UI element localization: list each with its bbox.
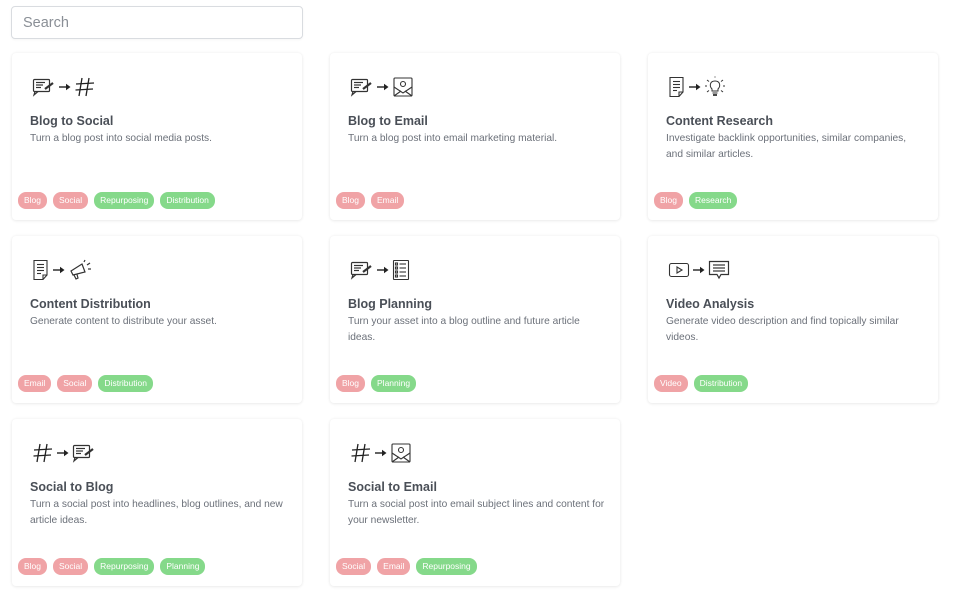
card-title: Content Research — [666, 114, 773, 128]
card-title: Social to Blog — [30, 480, 114, 494]
template-card[interactable]: Blog to Email Turn a blog post into email… — [330, 53, 620, 220]
template-card[interactable]: Content Distribution Generate content to … — [12, 236, 302, 403]
card-title: Blog to Email — [348, 114, 428, 128]
blog-post-icon — [350, 77, 374, 97]
tag-list: Blog Planning — [336, 375, 417, 392]
search-input[interactable] — [12, 7, 302, 38]
tag-list: Blog Email — [336, 192, 405, 209]
arrow-right-icon — [377, 266, 389, 274]
hashtag-icon — [32, 442, 54, 464]
tag-badge: Repurposing — [94, 192, 155, 209]
conversion-icons — [32, 258, 92, 282]
card-description: Turn a blog post into social media posts… — [30, 133, 212, 144]
blog-post-icon — [350, 260, 374, 280]
card-title: Blog Planning — [348, 297, 433, 311]
conversion-icons — [32, 441, 96, 465]
tag-badge: Email — [377, 558, 411, 575]
card-description: Generate video description and find topi… — [666, 316, 899, 343]
tag-badge: Blog — [336, 375, 366, 392]
template-card[interactable]: Video Analysis Generate video description… — [648, 236, 938, 403]
tag-badge: Social — [336, 558, 372, 575]
card-title: Social to Email — [348, 480, 437, 494]
template-grid: Blog to Social Turn a blog post into soci… — [12, 53, 938, 586]
tag-badge: Repurposing — [416, 558, 477, 575]
search-box[interactable] — [11, 6, 303, 39]
tag-badge: Distribution — [98, 375, 153, 392]
tag-badge: Social — [57, 375, 93, 392]
template-card[interactable]: Blog Planning Turn your asset into a blog… — [330, 236, 620, 403]
tag-badge: Blog — [654, 192, 684, 209]
conversion-icons — [350, 441, 412, 465]
tag-badge: Blog — [18, 558, 48, 575]
arrow-right-icon — [693, 266, 705, 274]
arrow-right-icon — [375, 449, 387, 457]
tag-list: Email Social Distribution — [18, 375, 153, 392]
document-icon — [32, 259, 50, 281]
blog-post-icon — [72, 443, 96, 463]
lightbulb-icon — [704, 76, 726, 98]
video-icon — [668, 261, 690, 279]
arrow-right-icon — [59, 83, 71, 91]
email-icon — [392, 76, 414, 98]
tag-badge: Distribution — [693, 375, 749, 392]
tag-badge: Email — [18, 375, 52, 392]
card-description: Investigate backlink opportunities, simi… — [666, 133, 907, 160]
card-description: Turn a blog post into email marketing ma… — [348, 133, 558, 144]
arrow-right-icon — [377, 83, 389, 91]
tag-badge: Social — [53, 558, 89, 575]
template-card[interactable]: Blog to Social Turn a blog post into soci… — [12, 53, 302, 220]
arrow-right-icon — [689, 83, 701, 91]
card-title: Video Analysis — [666, 297, 755, 311]
conversion-icons — [32, 75, 96, 99]
card-description: Generate content to distribute your asse… — [30, 316, 217, 327]
tag-badge: Repurposing — [94, 558, 155, 575]
template-card[interactable]: Social to Email Turn a social post into e… — [330, 419, 620, 586]
template-card[interactable]: Content Research Investigate backlink opp… — [648, 53, 938, 220]
checklist-icon — [392, 259, 410, 281]
card-description: Turn a social post into headlines, blog … — [30, 499, 283, 526]
hashtag-icon — [74, 76, 96, 98]
conversion-icons — [668, 258, 730, 282]
tag-badge: Blog — [336, 192, 366, 209]
tag-badge: Email — [371, 192, 405, 209]
hashtag-icon — [350, 442, 372, 464]
arrow-right-icon — [57, 449, 69, 457]
tag-badge: Social — [53, 192, 89, 209]
tag-badge: Distribution — [160, 192, 215, 209]
tag-badge: Planning — [160, 558, 206, 575]
tag-badge: Planning — [371, 375, 417, 392]
tag-list: Blog Social Repurposing Planning — [18, 558, 206, 575]
card-description: Turn a social post into email subject li… — [348, 499, 605, 526]
megaphone-icon — [68, 259, 92, 281]
conversion-icons — [350, 75, 414, 99]
conversion-icons — [668, 75, 726, 99]
tag-list: Blog Social Repurposing Distribution — [18, 192, 215, 209]
document-icon — [668, 76, 686, 98]
tag-list: Social Email Repurposing — [336, 558, 477, 575]
card-description: Turn your asset into a blog outline and … — [348, 316, 580, 343]
tag-badge: Research — [689, 192, 738, 209]
tag-badge: Video — [654, 375, 688, 392]
blog-post-icon — [32, 77, 56, 97]
template-card[interactable]: Social to Blog Turn a social post into he… — [12, 419, 302, 586]
email-icon — [390, 442, 412, 464]
conversion-icons — [350, 258, 410, 282]
tag-badge: Blog — [18, 192, 48, 209]
card-title: Blog to Social — [30, 114, 114, 128]
card-title: Content Distribution — [30, 297, 151, 311]
tag-list: Blog Research — [654, 192, 738, 209]
arrow-right-icon — [53, 266, 65, 274]
comment-icon — [708, 259, 730, 281]
tag-list: Video Distribution — [654, 375, 749, 392]
